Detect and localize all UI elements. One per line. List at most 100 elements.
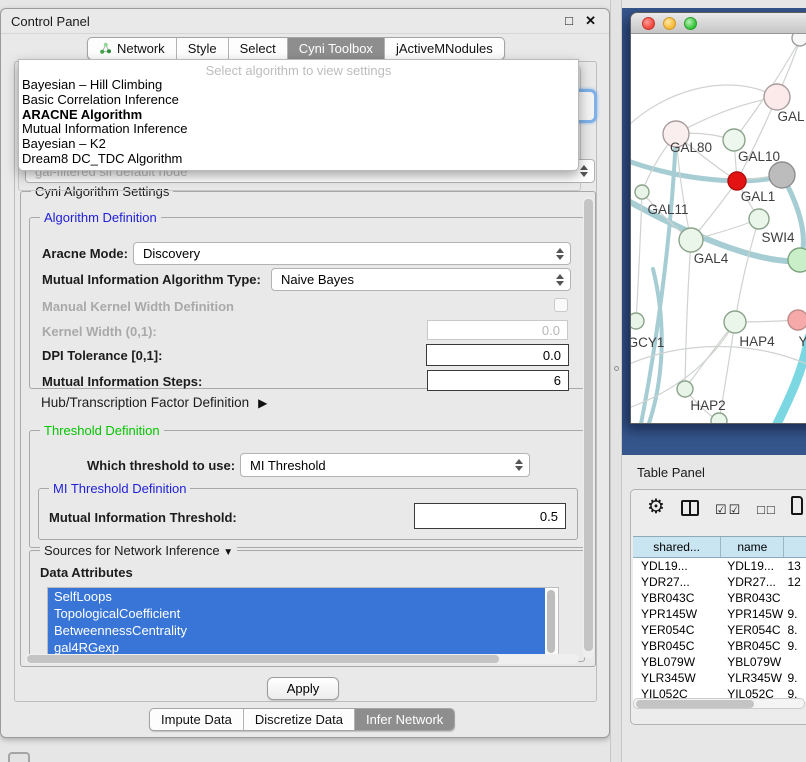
aracne-mode-combo[interactable]: Discovery [133,242,571,265]
float-window-icon[interactable]: □ [565,13,573,28]
which-threshold-combo[interactable]: MI Threshold [240,453,530,477]
tab-style[interactable]: Style [177,38,229,59]
table-cell: YPR145W [721,606,784,622]
control-panel-titlebar[interactable]: Control Panel □ ✕ [1,9,609,34]
tab-select[interactable]: Select [229,38,288,59]
network-node-hap2[interactable] [677,381,693,397]
column-header[interactable]: shared... [633,537,721,557]
table-row[interactable]: YBR043CYBR043C [633,590,806,606]
network-edge[interactable] [685,240,691,389]
network-node-gal1[interactable] [749,209,769,229]
close-traffic-light[interactable] [642,17,655,30]
column-header[interactable]: name [721,537,784,557]
table-panel: Table Panel ⚙ ☑☑ □□ shared...name YDL19.… [622,455,806,762]
table-row[interactable]: YDL19...YDL19...13 [633,558,806,574]
data-attribute-item[interactable]: BetweennessCentrality [48,622,545,639]
bottom-tab-discretize-data[interactable]: Discretize Data [244,709,355,730]
apply-button[interactable]: Apply [267,677,339,700]
data-attribute-item[interactable]: TopologicalCoefficient [48,605,545,622]
tab-label: jActiveMNodules [396,41,493,56]
network-edge[interactable] [772,337,806,423]
algorithm-option[interactable]: Bayesian – K2 [19,137,578,152]
network-node-gcy1[interactable] [631,313,644,329]
sources-group-title: Sources for Network Inference ▼ [40,543,237,558]
network-node-y[interactable] [788,310,806,330]
stepper-arrows-icon [556,247,565,261]
mi-type-combo[interactable]: Naive Bayes [271,268,571,291]
network-node-swi4[interactable] [788,248,806,272]
mi-steps-field[interactable]: 6 [427,370,569,391]
table-horizontal-scrollbar[interactable] [633,698,805,709]
scrollbar-thumb[interactable] [584,199,593,651]
bottom-tab-infer-network[interactable]: Infer Network [355,709,454,730]
network-window-titlebar[interactable] [631,13,806,34]
splitter-handle[interactable] [614,366,619,371]
clear-checkboxes-icon[interactable]: □□ [757,502,777,517]
close-icon[interactable]: ✕ [585,13,596,29]
select-all-checkboxes-icon[interactable]: ☑☑ [715,502,742,518]
network-edge[interactable] [676,97,777,134]
scrollbar-thumb[interactable] [27,655,499,663]
corner-widget[interactable] [8,752,30,762]
tab-network[interactable]: Network [88,38,177,59]
list-scrollbar[interactable] [546,589,557,655]
tab-cyni-toolbox[interactable]: Cyni Toolbox [288,38,385,59]
scrollbar-thumb[interactable] [636,700,754,708]
table-row[interactable]: YLR345WYLR345W9. [633,670,806,686]
table-row[interactable]: YPR145WYPR145W9. [633,606,806,622]
table-row[interactable]: YBR045CYBR045C9. [633,638,806,654]
kernel-width-field[interactable]: 0.0 [427,320,568,340]
cyni-algorithm-settings-group: Cyni Algorithm Settings Algorithm Defini… [20,191,596,667]
tab-label: Style [188,41,217,56]
algorithm-option[interactable]: Dream8 DC_TDC Algorithm [19,152,578,167]
network-node[interactable] [711,413,727,423]
network-edge[interactable] [735,219,759,322]
kernel-width-label: Kernel Width (0,1): [42,324,157,339]
table-cell: YPR145W [633,606,721,622]
scrollbar-thumb[interactable] [547,590,555,653]
algorithm-option[interactable]: Basic Correlation Inference [19,93,578,108]
panel-splitter[interactable] [610,0,622,762]
network-node-gal11[interactable] [635,185,649,199]
table-row[interactable]: YER054CYER054C8. [633,622,806,638]
zoom-traffic-light[interactable] [684,17,697,30]
column-header[interactable] [784,537,806,557]
mi-threshold-field[interactable]: 0.5 [414,503,566,529]
minimize-traffic-light[interactable] [663,17,676,30]
network-canvas[interactable]: GALGAL80GAL10GAL1GAL11SWI4GAL4GCY1HAP4YH… [631,34,806,423]
network-edge[interactable] [636,192,642,321]
data-attributes-list[interactable]: SelfLoopsTopologicalCoefficientBetweenne… [47,587,559,657]
table-panel-title: Table Panel [637,465,705,480]
gear-icon[interactable]: ⚙ [647,494,665,519]
table-row[interactable]: YBL079WYBL079W [633,654,806,670]
expanded-arrow-icon[interactable]: ▼ [223,547,233,558]
table-row[interactable]: YDR27...YDR27...12 [633,574,806,590]
document-icon[interactable] [791,496,803,515]
settings-vertical-scrollbar[interactable] [583,197,594,659]
mi-threshold-group: MI Threshold Definition Mutual Informati… [38,488,578,540]
network-node[interactable] [792,34,806,46]
bottom-tab-impute-data[interactable]: Impute Data [150,709,244,730]
algorithm-option[interactable]: Bayesian – Hill Climbing [19,78,578,93]
network-node-gal[interactable] [764,84,790,110]
algorithm-option[interactable]: ARACNE Algorithm [19,108,578,123]
data-attribute-item[interactable]: SelfLoops [48,588,545,605]
network-node-gal4[interactable] [679,228,703,252]
network-node[interactable] [728,172,746,190]
hub-definition-section[interactable]: Hub/Transcription Factor Definition ▶ [41,395,267,410]
network-node-hap4[interactable] [724,311,746,333]
network-icon [99,42,112,55]
network-node-gal10[interactable] [723,129,745,151]
network-node[interactable] [769,162,795,188]
dpi-tolerance-field[interactable]: 0.0 [426,344,569,366]
manual-kernel-checkbox[interactable] [554,298,568,312]
bottom-tabs: Impute DataDiscretize DataInfer Network [149,708,455,731]
algorithm-option[interactable]: Mutual Information Inference [19,122,578,137]
network-edge[interactable] [631,85,777,129]
table-cell: 13 [784,558,806,574]
columns-icon[interactable] [681,500,699,516]
collapsed-arrow-icon[interactable]: ▶ [258,396,267,410]
settings-horizontal-scrollbar[interactable] [25,654,579,664]
table-cell: YBR045C [721,638,784,654]
tab-jactivemnodules[interactable]: jActiveMNodules [385,38,504,59]
